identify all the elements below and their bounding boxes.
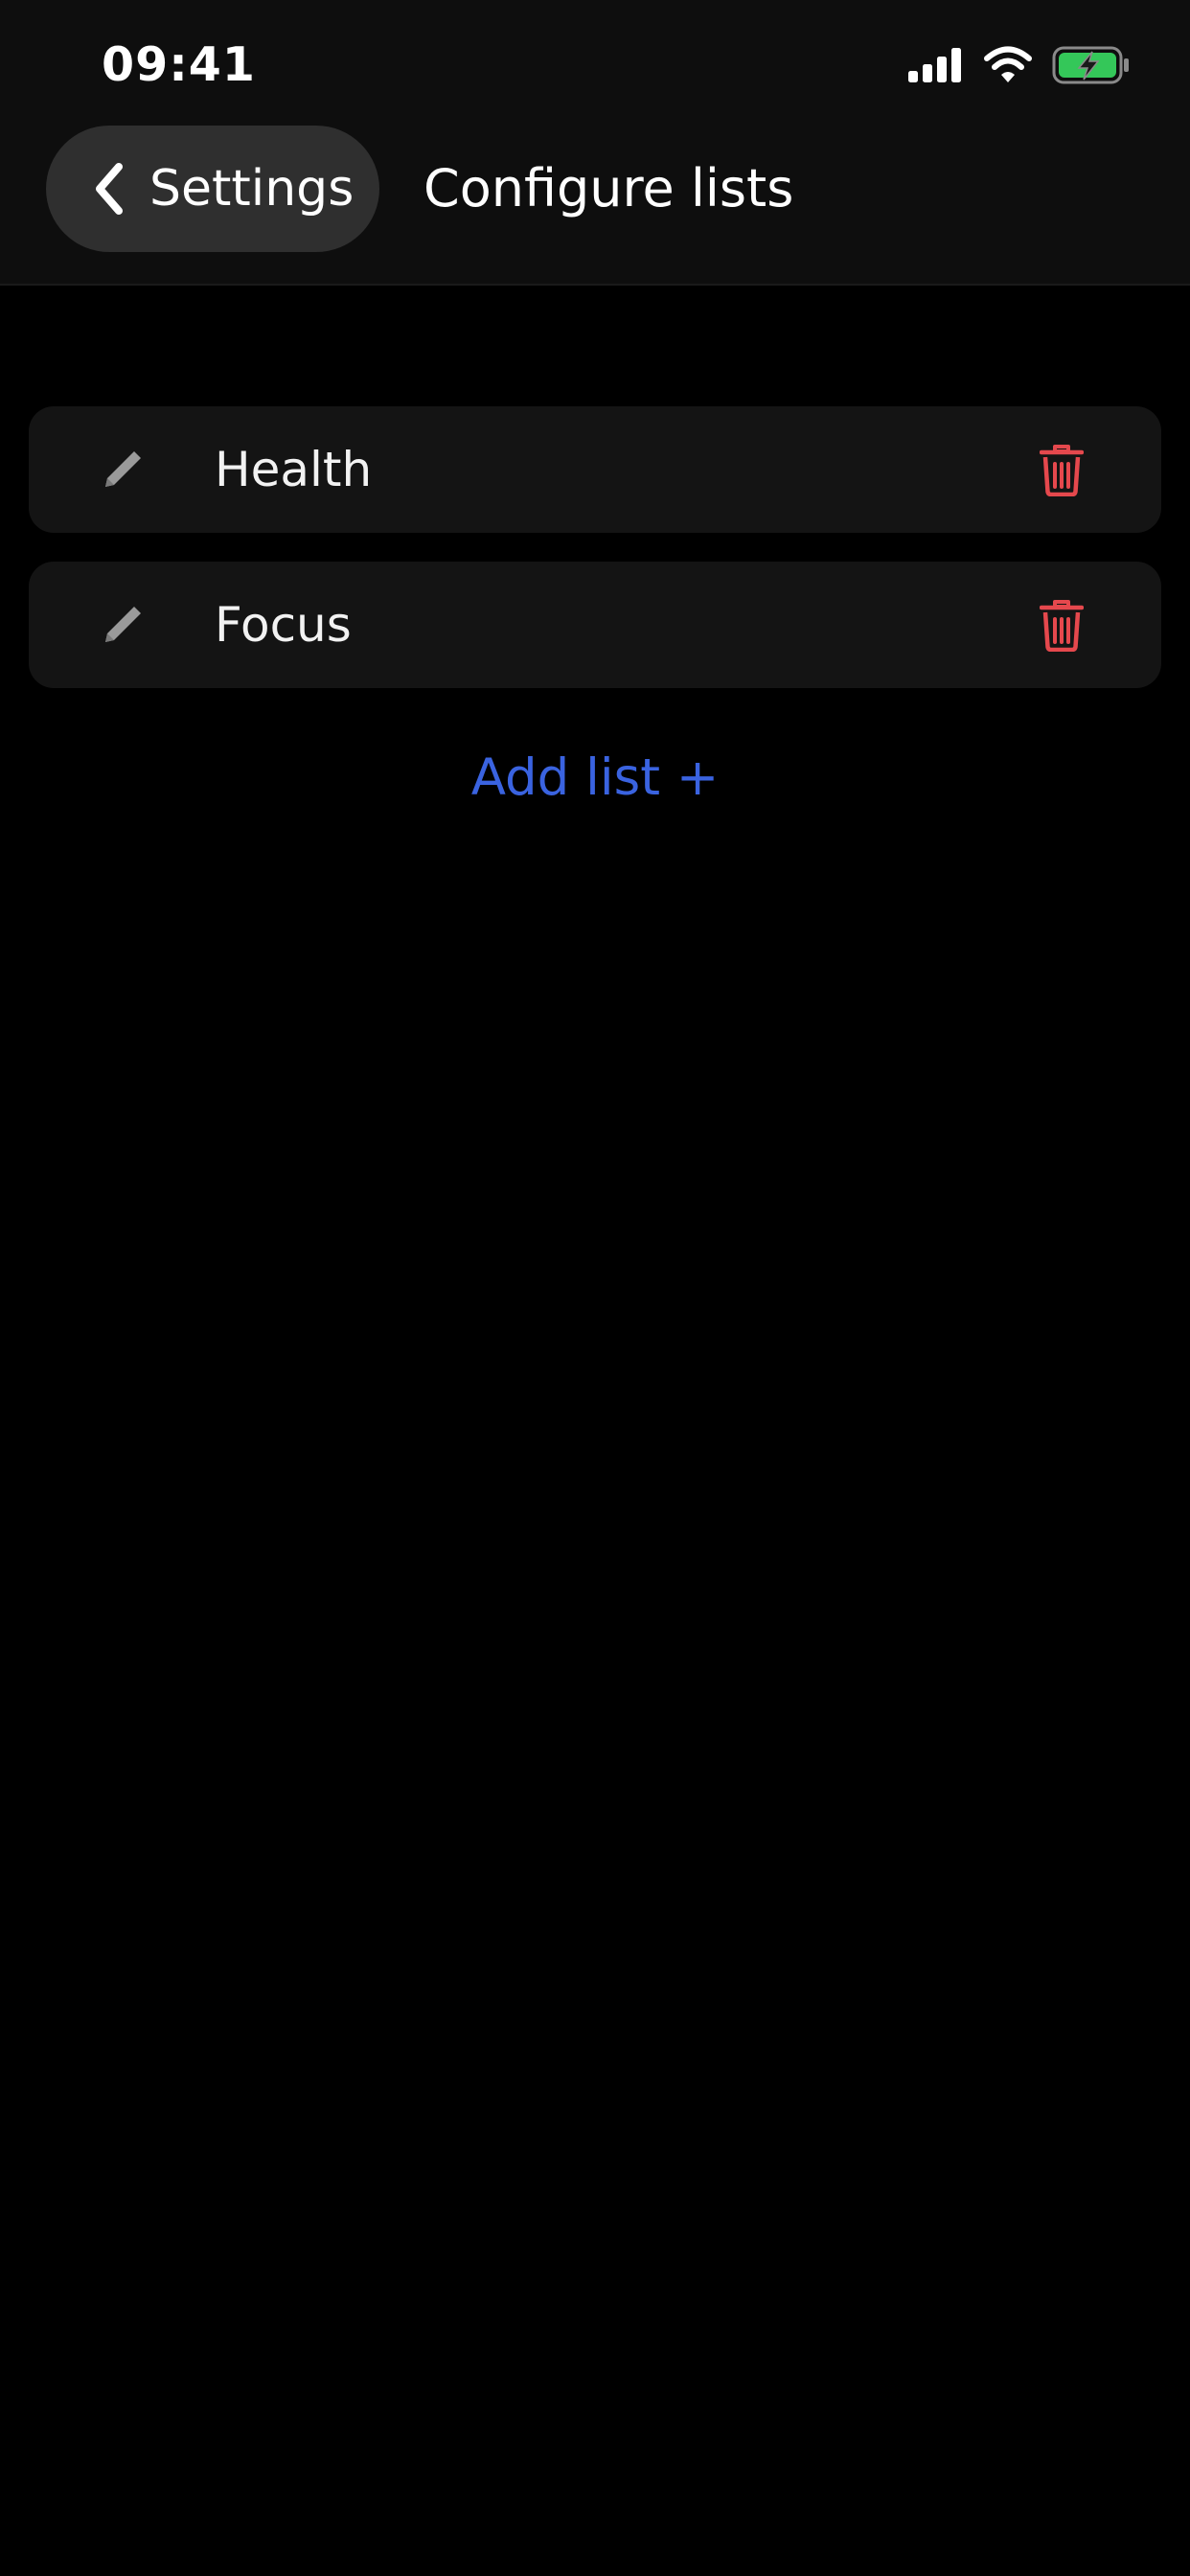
trash-icon[interactable] xyxy=(1040,598,1084,652)
lists-container: Health Focus xyxy=(29,406,1161,717)
trash-icon[interactable] xyxy=(1040,443,1084,496)
back-button-label: Settings xyxy=(149,160,355,218)
add-list-button[interactable]: Add list + xyxy=(0,740,1190,816)
back-button[interactable]: Settings xyxy=(46,126,379,252)
signal-icon xyxy=(908,48,961,82)
list-item-focus: Focus xyxy=(29,562,1161,688)
list-item-health: Health xyxy=(29,406,1161,533)
list-item-label: Health xyxy=(215,442,373,497)
status-time: 09:41 xyxy=(102,37,256,92)
list-item-label: Focus xyxy=(215,597,352,653)
battery-charging-icon xyxy=(1052,46,1129,84)
navigation-header: 09:41 Settings Configure lists xyxy=(0,0,1190,286)
pencil-icon[interactable] xyxy=(98,445,148,494)
chevron-left-icon xyxy=(96,163,123,215)
pencil-icon[interactable] xyxy=(98,600,148,650)
page-title: Configure lists xyxy=(423,158,794,218)
status-icons xyxy=(908,44,1131,86)
wifi-icon xyxy=(984,46,1032,82)
